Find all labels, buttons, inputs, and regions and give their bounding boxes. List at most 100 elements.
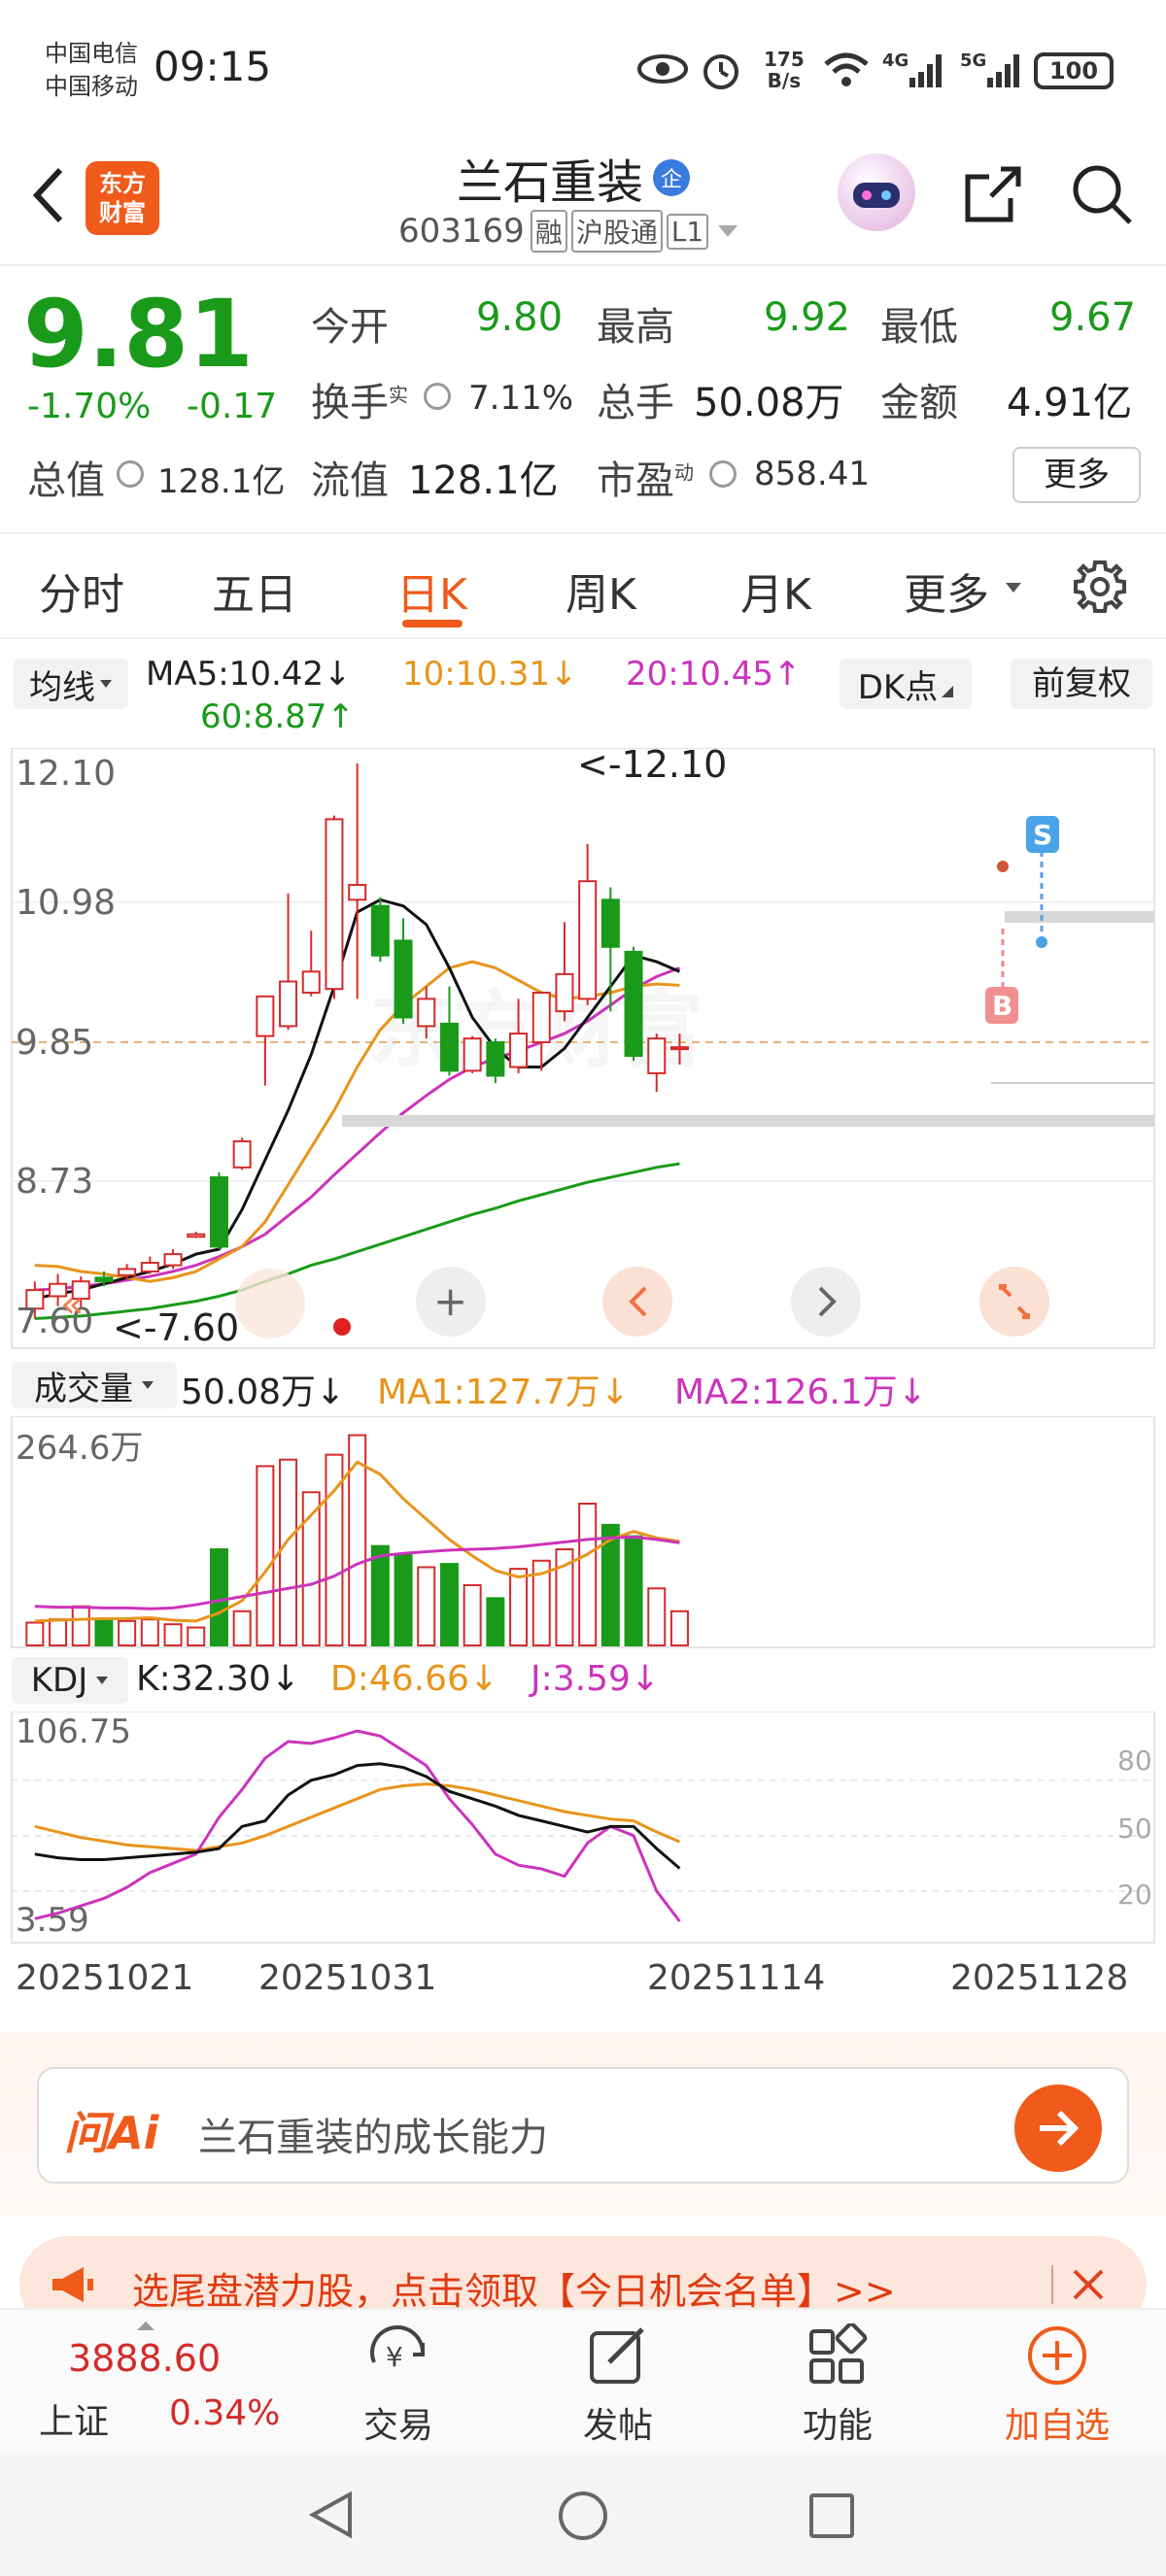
stock-code-row[interactable]: 603169 融 沪股通 L1 — [398, 210, 739, 253]
candle-body — [486, 1041, 505, 1077]
candle — [140, 1256, 159, 1274]
nav-trade[interactable]: ¥ 交易 — [301, 2323, 496, 2448]
fullscreen-button[interactable] — [979, 1267, 1049, 1337]
support-band — [342, 1115, 1154, 1127]
plus-icon: + — [433, 1277, 467, 1325]
search-button[interactable] — [1065, 157, 1139, 231]
volume-bar — [486, 1597, 505, 1647]
change-percent: -1.70% — [27, 387, 152, 426]
ai-section: 问Ai 兰石重装的成长能力 — [0, 2032, 1166, 2217]
candle — [232, 1137, 252, 1170]
ma-selector[interactable]: 均线 — [14, 659, 128, 709]
nav-trade-label: 交易 — [362, 2406, 433, 2446]
system-back-icon[interactable] — [307, 2491, 356, 2539]
system-home-icon[interactable] — [558, 2491, 608, 2541]
share-button[interactable] — [956, 157, 1030, 231]
megaphone-icon — [52, 2267, 93, 2302]
app-logo[interactable]: 东方 财富 — [86, 161, 159, 235]
turnover-info-icon[interactable] — [424, 383, 451, 410]
amount-value: 4.91亿 — [1007, 381, 1133, 425]
high-value: 9.92 — [764, 295, 851, 340]
price-adjust-button[interactable]: 前复权 — [1011, 659, 1152, 709]
volume-current: 50.08万↓ — [181, 1373, 346, 1412]
back-button[interactable] — [19, 161, 78, 229]
candle — [394, 918, 413, 1024]
kdj-d-line — [34, 1782, 681, 1852]
mktcap-info-icon[interactable] — [117, 460, 144, 488]
indicator-selector[interactable]: KDJ — [12, 1657, 128, 1704]
tab-weekly-k[interactable]: 周K — [566, 559, 636, 622]
volume-bar — [187, 1626, 206, 1646]
volume-selector-caret-icon — [142, 1381, 154, 1389]
candle — [624, 946, 643, 1062]
candle — [256, 995, 275, 1086]
system-recents-icon[interactable] — [808, 2492, 855, 2539]
date-label-3: 20251114 — [647, 1958, 826, 1998]
candle — [163, 1249, 183, 1270]
tab-monthly-k[interactable]: 月K — [740, 559, 811, 622]
logo-line-2: 财富 — [99, 199, 146, 226]
candle-body — [325, 818, 344, 991]
pan-left-button[interactable] — [602, 1267, 672, 1337]
candle — [348, 763, 367, 1000]
index-ticker[interactable] — [19, 2320, 292, 2446]
chevron-left-icon — [32, 167, 63, 223]
volume-bar — [578, 1503, 598, 1646]
candle-body — [279, 980, 298, 1028]
kline-chart[interactable]: 东方财富 12.1010.989.858.737.60 <-12.10 <-7.… — [0, 748, 1166, 1350]
volume-bar — [624, 1535, 643, 1646]
stock-header: 东方 财富 兰石重装 企 603169 融 沪股通 L1 — [0, 136, 1166, 266]
candle-body — [348, 884, 367, 901]
candle — [647, 1034, 667, 1093]
dk-corner-icon — [942, 686, 954, 697]
volume-bar — [25, 1621, 45, 1646]
candle-body — [163, 1253, 183, 1267]
candle-body — [669, 1046, 689, 1051]
signal-dot — [997, 861, 1009, 872]
tab-daily-k[interactable]: 日K — [396, 559, 467, 622]
candle-body — [463, 1037, 482, 1072]
chart-settings-button[interactable] — [1069, 556, 1131, 618]
volume-selector[interactable]: 成交量 — [12, 1362, 177, 1408]
pe-info-icon[interactable] — [709, 460, 737, 488]
pan-left-far-button[interactable] — [235, 1269, 305, 1339]
volume-label: 总手 — [597, 381, 674, 425]
signal-dot-s — [1036, 936, 1047, 948]
volume-chart[interactable]: 264.6万 — [0, 1416, 1166, 1649]
net-speed-unit: B/s — [767, 69, 802, 92]
tab-five-day[interactable]: 五日 — [212, 559, 297, 622]
wifi-icon — [822, 51, 871, 89]
close-icon[interactable] — [1071, 2267, 1106, 2302]
pan-right-button[interactable] — [791, 1267, 861, 1337]
ma-selector-caret-icon — [100, 680, 112, 688]
ma60-line — [34, 1162, 680, 1320]
open-value: 9.80 — [476, 295, 564, 340]
system-nav-bar — [0, 2452, 1166, 2576]
edit-icon — [590, 2327, 644, 2384]
volume-bar — [417, 1566, 436, 1646]
nav-post[interactable]: 发帖 — [521, 2323, 715, 2448]
sell-signal-label: S — [1033, 819, 1052, 851]
nav-add-watchlist[interactable]: 加自选 — [960, 2323, 1154, 2448]
turnover-label: 换手实 — [311, 381, 408, 425]
ai-question-box[interactable]: 问Ai 兰石重装的成长能力 — [37, 2067, 1129, 2184]
tab-intraday[interactable]: 分时 — [39, 559, 124, 622]
volume-bar — [49, 1618, 68, 1647]
more-button[interactable]: 更多 — [1012, 447, 1141, 503]
candle-body — [94, 1276, 114, 1283]
turnover-value: 7.11% — [468, 379, 574, 418]
volume-bar — [439, 1563, 459, 1647]
trade-icon: ¥ — [370, 2325, 425, 2373]
nav-functions[interactable]: 功能 — [740, 2323, 935, 2448]
dk-point-button[interactable]: DK点 — [840, 659, 972, 709]
ai-send-button[interactable] — [1014, 2085, 1102, 2172]
volume-ma2: MA2:126.1万↓ — [674, 1373, 927, 1412]
kdj-chart[interactable]: 106.75 3.59 80 50 20 — [0, 1712, 1166, 1945]
tag-margin: 融 — [530, 210, 567, 253]
tab-more[interactable]: 更多 — [904, 559, 989, 622]
candle-body — [417, 998, 436, 1028]
volume-bar — [370, 1544, 390, 1646]
ai-question-text: 兰石重装的成长能力 — [198, 2116, 548, 2160]
candle — [209, 1171, 228, 1250]
robot-assistant-avatar[interactable] — [838, 153, 915, 231]
